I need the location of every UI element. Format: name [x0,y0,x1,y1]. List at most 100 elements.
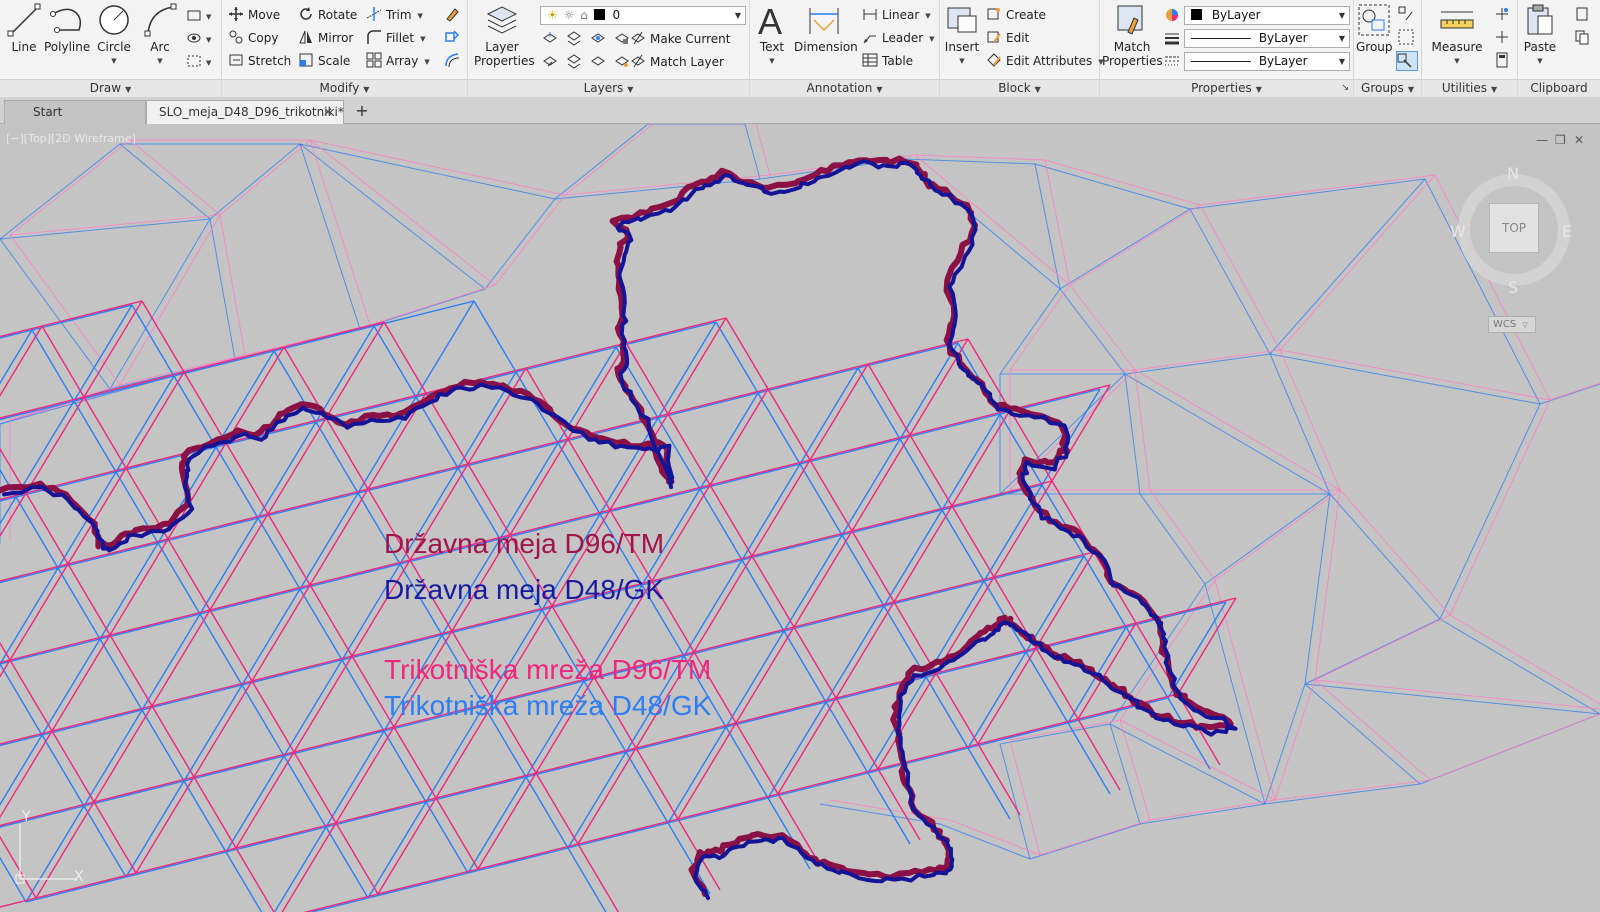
tab-drawing[interactable]: SLO_meja_D48_D96_trikotniki* ✕ [146,100,344,124]
legend-boundary-d96[interactable]: Državna meja D96/TM [384,528,664,560]
viewcube-top-face[interactable]: TOP [1489,203,1539,253]
close-viewport-icon[interactable]: ✕ [1574,133,1584,147]
group-edit-button[interactable] [1398,28,1418,48]
circle-button[interactable]: Circle ▼ [94,2,134,68]
layer-tool-7[interactable] [590,52,610,72]
linear-button[interactable]: Linear ▼ [862,5,931,25]
compass-n[interactable]: N [1507,164,1519,183]
copy-button[interactable]: Copy [228,28,278,48]
dimension-button[interactable]: Dimension [794,2,858,54]
lineweight-dropdown[interactable]: ByLayer ▼ [1184,29,1350,48]
tab-start[interactable]: Start [4,100,146,124]
paste-dropdown-icon[interactable]: ▼ [1522,54,1558,68]
legend-mesh-d48[interactable]: Trikotniška mreža D48/GK [384,690,711,722]
groups-panel: Group Groups ▼ [1354,0,1422,97]
fillet-button[interactable]: Fillet ▼ [366,28,426,48]
cut-button[interactable] [1574,5,1594,25]
array-button[interactable]: Array ▼ [366,51,430,71]
drawing-viewport[interactable]: [−][Top][2D Wireframe] — ❐ ✕ TOP N S E W… [0,124,1600,912]
legend-boundary-d48[interactable]: Državna meja D48/GK [384,574,664,606]
layer-tool-3[interactable] [590,29,610,49]
table-button[interactable]: Table [862,51,913,71]
offset-button[interactable] [444,51,464,71]
line-button[interactable]: Line [4,2,44,54]
modify-panel-footer[interactable]: Modify ▼ [222,79,467,97]
scale-button[interactable]: Scale [298,51,350,71]
leader-button[interactable]: Leader ▼ [862,28,935,48]
text-dropdown-icon[interactable]: ▼ [754,54,790,68]
polyline-button[interactable]: Polyline [44,2,90,54]
legend-mesh-d96[interactable]: Trikotniška mreža D96/TM [384,654,711,686]
color-dropdown[interactable]: ByLayer ▼ [1184,6,1350,25]
rectangle-button[interactable]: ▼ [186,6,211,26]
rotate-button[interactable]: Rotate [298,5,357,25]
new-tab-button[interactable]: + [350,100,374,124]
chevron-down-icon: ▼ [1338,34,1345,43]
measure-icon [1440,11,1474,29]
paste-button[interactable]: Paste ▼ [1522,2,1558,68]
measure-dropdown-icon[interactable]: ▼ [1428,54,1486,68]
compass-w[interactable]: W [1450,222,1466,241]
annotation-panel-footer[interactable]: Annotation ▼ [750,79,939,97]
block-panel-footer[interactable]: Block ▼ [940,79,1099,97]
explode-button[interactable] [444,28,464,48]
restore-viewport-icon[interactable]: ❐ [1555,133,1566,147]
view-label[interactable]: [−][Top][2D Wireframe] [6,132,136,145]
make-current-button[interactable]: Make Current [630,29,731,49]
layer-walk-icon [543,56,557,67]
chevron-down-icon: ▽ [1522,321,1528,329]
drawing-canvas[interactable] [0,124,1600,912]
group-selection-toggle[interactable] [1396,51,1418,71]
draw-panel-footer[interactable]: Draw ▼ [0,79,221,97]
ungroup-button[interactable] [1398,5,1418,25]
hatch-button[interactable]: ▼ [186,29,211,49]
wcs-menu[interactable]: WCS ▽ [1488,316,1536,333]
measure-button[interactable]: Measure ▼ [1428,2,1486,68]
mirror-button[interactable]: Mirror [298,28,353,48]
layer-lock-icon [615,33,629,44]
lineweight-icon-button[interactable] [1164,29,1184,49]
group-button[interactable]: Group [1356,2,1393,54]
utilities-panel-footer[interactable]: Utilities ▼ [1422,79,1517,97]
copy-clip-button[interactable] [1574,28,1594,48]
color-wheel-button[interactable] [1164,6,1184,26]
layer-dropdown[interactable]: ☀ ☼ ⌂ 0 ▼ [540,6,746,25]
text-button[interactable]: A Text ▼ [754,2,790,68]
insert-dropdown-icon[interactable]: ▼ [944,54,980,68]
layer-tool-5[interactable] [542,52,562,72]
quick-select-button[interactable] [1494,5,1514,25]
id-point-button[interactable] [1494,28,1514,48]
viewcube[interactable]: TOP N S E W WCS ▽ [1450,164,1572,366]
erase-button[interactable] [444,5,464,25]
layers-panel-footer[interactable]: Layers ▼ [468,79,749,97]
move-button[interactable]: Move [228,5,280,25]
compass-s[interactable]: S [1508,278,1518,297]
match-properties-button[interactable]: Match Properties [1102,2,1163,68]
dialog-launcher-icon[interactable]: ↘ [1341,80,1349,97]
close-icon[interactable]: ✕ [323,101,333,124]
hatch-icon [187,33,201,43]
arc-dropdown-icon[interactable]: ▼ [140,54,180,68]
create-block-button[interactable]: Create [986,5,1046,25]
layer-properties-button[interactable]: Layer Properties [474,2,535,68]
calculator-button[interactable] [1494,51,1514,71]
minimize-viewport-icon[interactable]: — [1536,133,1548,147]
trim-button[interactable]: Trim ▼ [366,5,423,25]
edit-block-button[interactable]: Edit [986,28,1029,48]
boundary-button[interactable]: ▼ [186,52,211,72]
layer-tool-1[interactable] [542,29,562,49]
circle-dropdown-icon[interactable]: ▼ [94,54,134,68]
properties-panel-footer[interactable]: Properties ▼ ↘ [1100,79,1353,97]
linetype-dropdown[interactable]: ByLayer ▼ [1184,52,1350,71]
groups-panel-footer[interactable]: Groups ▼ [1354,79,1421,97]
mesh-d48-outer [0,124,1600,860]
match-layer-button[interactable]: Match Layer [630,52,724,72]
edit-attributes-button[interactable]: Edit Attributes ▼ [986,51,1104,71]
stretch-button[interactable]: Stretch [228,51,291,71]
insert-button[interactable]: Insert ▼ [944,2,980,68]
linetype-icon-button[interactable] [1164,52,1184,72]
layer-tool-6[interactable] [566,52,586,72]
arc-button[interactable]: Arc ▼ [140,2,180,68]
layer-tool-2[interactable] [566,29,586,49]
compass-e[interactable]: E [1562,222,1572,241]
